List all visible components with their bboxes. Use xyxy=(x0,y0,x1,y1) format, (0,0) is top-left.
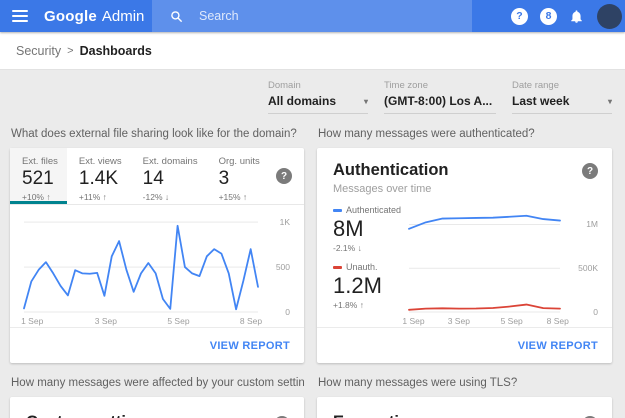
stat-delta: -12% ↓ xyxy=(142,192,170,202)
legend-value: 1.2M xyxy=(333,273,382,298)
updates-badge-icon[interactable]: 8 xyxy=(540,7,557,25)
topbar-actions: ? 8 xyxy=(511,0,622,32)
legend-marker-red xyxy=(333,265,342,269)
logo-admin-text: Admin xyxy=(101,7,145,25)
legend-item-unauthenticated: Unauth. 1.2M +1.8% ↑ xyxy=(333,262,409,310)
authentication-card-header: Authentication Messages over time ? xyxy=(317,148,612,195)
help-icon[interactable]: ? xyxy=(511,7,528,25)
daterange-filter-dropdown[interactable]: Date range Last week ▾ xyxy=(512,80,612,114)
breadcrumb-security-link[interactable]: Security xyxy=(16,44,61,58)
encryption-question: How many messages were using TLS? xyxy=(318,377,518,389)
stat-label: Org. units xyxy=(218,156,260,167)
top-app-bar: Google Admin ? 8 xyxy=(0,0,625,32)
daterange-filter-value: Last week xyxy=(512,94,570,108)
stat-delta: +15% ↑ xyxy=(218,192,248,202)
card-subtitle: Messages over time xyxy=(333,183,432,195)
card-title: Custom settings xyxy=(26,413,155,418)
dashboards-content: Domain All domains ▾ Time zone (GMT-8:00… xyxy=(0,70,625,418)
timezone-filter-label: Time zone xyxy=(384,80,428,91)
stat-tab-ext-views[interactable]: Ext. views 1.4K +11% ↑ xyxy=(67,148,131,204)
menu-icon[interactable] xyxy=(12,10,28,22)
logo-google-text: Google xyxy=(44,7,97,25)
caret-down-icon: ▾ xyxy=(363,96,368,106)
domain-filter-value: All domains xyxy=(268,94,337,108)
card-footer: VIEW REPORT xyxy=(10,327,304,363)
search-input[interactable] xyxy=(199,9,429,23)
stat-label: Ext. domains xyxy=(142,156,198,167)
custom-settings-card: Custom settings ? xyxy=(10,397,304,418)
stat-label: Ext. views xyxy=(78,156,122,167)
y-axis-labels: 0 500 1K xyxy=(275,217,290,317)
stat-value: 1.4K xyxy=(78,168,118,189)
caret-down-icon: ▾ xyxy=(607,96,612,106)
stat-value: 3 xyxy=(218,168,230,189)
legend-label: Authenticated xyxy=(346,205,402,215)
custom-settings-question: How many messages were affected by your … xyxy=(11,377,304,389)
timezone-filter-value: (GMT-8:00) Los A... xyxy=(384,94,493,108)
stat-tab-org-units[interactable]: Org. units 3 +15% ↑ xyxy=(207,148,269,204)
timezone-filter-dropdown[interactable]: Time zone (GMT-8:00) Los A... ▾ xyxy=(384,80,496,114)
breadcrumb: Security > Dashboards xyxy=(0,32,625,70)
filter-bar: Domain All domains ▾ Time zone (GMT-8:00… xyxy=(10,80,612,114)
domain-filter-label: Domain xyxy=(268,80,301,91)
authentication-question: How many messages were authenticated? xyxy=(318,128,535,140)
x-axis-labels: 1 Sep 3 Sep 5 Sep 8 Sep xyxy=(402,316,569,326)
stat-label: Ext. files xyxy=(22,156,58,167)
legend-delta: -2.1% ↓ xyxy=(333,243,362,253)
authentication-card: Authentication Messages over time ? Auth… xyxy=(317,148,612,363)
notifications-bell-icon[interactable] xyxy=(569,9,584,24)
google-admin-logo[interactable]: Google Admin xyxy=(44,8,144,25)
help-icon[interactable]: ? xyxy=(276,168,292,184)
legend-label: Unauth. xyxy=(346,262,378,272)
domain-filter-dropdown[interactable]: Domain All domains ▾ xyxy=(268,80,368,114)
file-sharing-question: What does external file sharing look lik… xyxy=(11,128,297,140)
search-icon xyxy=(171,10,183,22)
stat-value: 521 xyxy=(22,168,54,189)
stat-delta: +11% ↑ xyxy=(78,192,107,202)
view-report-link[interactable]: VIEW REPORT xyxy=(210,340,290,352)
search-bar[interactable] xyxy=(152,0,472,32)
stat-value: 14 xyxy=(142,168,164,189)
stat-tab-ext-domains[interactable]: Ext. domains 14 -12% ↓ xyxy=(131,148,207,204)
legend-item-authenticated: Authenticated 8M -2.1% ↓ xyxy=(333,205,409,253)
authentication-line-chart: 0 500K 1M 1 Sep 3 Sep 5 Sep 8 Sep xyxy=(402,199,600,327)
legend-value: 8M xyxy=(333,216,364,241)
daterange-filter-label: Date range xyxy=(512,80,560,91)
file-sharing-stats-row: Ext. files 521 +10% ↑ Ext. views 1.4K +1… xyxy=(10,148,304,205)
stat-delta: +10% ↑ xyxy=(22,192,51,202)
encryption-card: Encryption ? xyxy=(317,397,612,418)
breadcrumb-current-page: Dashboards xyxy=(79,43,152,58)
chart-legend: Authenticated 8M -2.1% ↓ Unauth. 1.2M +1 xyxy=(333,199,409,327)
x-axis-labels: 1 Sep 3 Sep 5 Sep 8 Sep xyxy=(21,316,263,326)
dashboard-row-1: What does external file sharing look lik… xyxy=(10,126,612,363)
legend-delta: +1.8% ↑ xyxy=(333,300,364,310)
stat-tab-ext-files[interactable]: Ext. files 521 +10% ↑ xyxy=(10,148,67,204)
help-icon[interactable]: ? xyxy=(582,163,598,179)
legend-marker-blue xyxy=(333,208,342,212)
card-title: Encryption xyxy=(333,413,419,418)
file-sharing-card: Ext. files 521 +10% ↑ Ext. views 1.4K +1… xyxy=(10,148,304,363)
breadcrumb-separator: > xyxy=(67,44,74,57)
card-title: Authentication xyxy=(333,161,449,179)
user-avatar[interactable] xyxy=(597,3,622,29)
dashboard-row-2: How many messages were affected by your … xyxy=(10,375,612,418)
card-footer: VIEW REPORT xyxy=(317,327,612,363)
view-report-link[interactable]: VIEW REPORT xyxy=(518,340,598,352)
authentication-body: Authenticated 8M -2.1% ↓ Unauth. 1.2M +1 xyxy=(317,195,612,327)
y-axis-labels: 0 500K 1M xyxy=(578,219,598,317)
file-sharing-line-chart: 0 500 1K 1 Sep 3 Sep 5 Sep 8 Sep xyxy=(21,211,292,327)
